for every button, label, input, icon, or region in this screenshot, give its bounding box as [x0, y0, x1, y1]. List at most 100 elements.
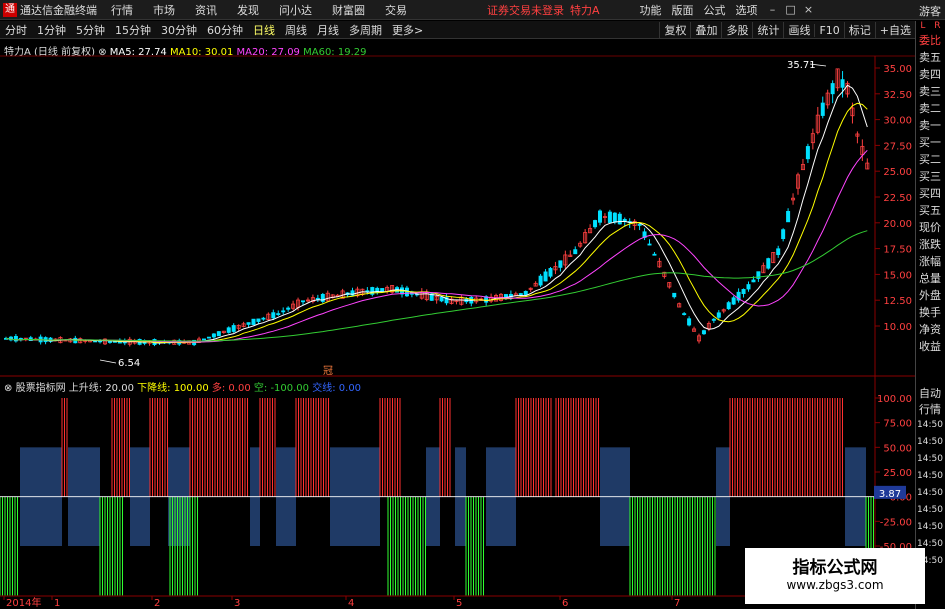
side-time: 14:50	[917, 522, 943, 532]
price-axis-label: 27.50	[883, 141, 912, 152]
price-axis-label: 17.50	[883, 245, 912, 256]
high-price-annotation: 35.71	[787, 60, 816, 71]
side-time: 14:50	[917, 437, 943, 447]
side-label: 卖四	[919, 68, 941, 81]
time-axis-label: 3	[234, 598, 240, 609]
candle-body	[612, 212, 617, 223]
candle-body	[726, 302, 731, 310]
candle-body	[206, 336, 211, 339]
candle-body	[216, 331, 221, 337]
kline-chart[interactable]: 35.00 32.50 30.00 27.50 25.00 22.50 20.00 17.50…	[0, 0, 945, 609]
candle-body	[523, 291, 528, 295]
side-label: 涨跌	[919, 238, 941, 251]
ma60-line	[5, 230, 868, 342]
side-left-toggle[interactable]: L	[920, 21, 925, 32]
candle-body	[439, 297, 444, 302]
candle-body	[281, 310, 286, 313]
candle-body	[682, 313, 687, 315]
side-time: 14:50	[917, 454, 943, 464]
candle-body	[261, 317, 266, 320]
watermark-title: 指标公式网	[792, 558, 878, 578]
side-lower-label[interactable]: 自动	[916, 386, 944, 402]
price-axis-label: 30.00	[883, 116, 912, 127]
low-price-arrow	[99, 359, 117, 364]
candle-body	[315, 297, 320, 300]
candle-body	[518, 293, 523, 295]
candle-body	[276, 313, 281, 316]
candle-body	[231, 325, 236, 332]
candle-body	[617, 213, 622, 225]
side-label: 买三	[919, 170, 941, 183]
candle-body	[226, 327, 231, 333]
candle-body	[741, 289, 746, 294]
candle-body	[598, 210, 603, 223]
side-label: 卖五	[919, 51, 941, 64]
indicator-current-value: 3.87	[879, 489, 901, 500]
side-label: 买四	[919, 187, 941, 200]
price-axis-label: 12.50	[883, 296, 912, 307]
ma5-line	[5, 84, 868, 344]
side-label: 买二	[919, 153, 941, 166]
side-label: 外盘	[919, 289, 941, 302]
side-label: 卖一	[919, 119, 941, 132]
side-label: 卖二	[919, 102, 941, 115]
candle-body	[746, 284, 751, 290]
candle-body	[711, 318, 716, 321]
time-marker: 冠	[323, 365, 333, 377]
candle-body	[652, 253, 657, 256]
side-label: 卖三	[919, 85, 941, 98]
candle-body	[211, 333, 216, 338]
ma10-line	[5, 102, 868, 344]
candle-body	[716, 312, 721, 318]
candle-body	[830, 83, 835, 95]
side-label: 买五	[919, 204, 941, 217]
indicator-axis-label: -25.00	[880, 517, 912, 528]
watermark-url: www.zbgs3.com	[786, 578, 884, 592]
candle-body	[805, 146, 810, 160]
candle-body	[820, 102, 825, 116]
quote-side-panel: L R 委比 卖五 卖四 卖三 卖二 卖一 买一 买二 买三 买四 买五 现价 涨跌 涨幅 总量 外盘 换手 净资…	[915, 21, 945, 609]
indicator-axis-label: 25.00	[883, 468, 912, 479]
time-axis-label: 5	[456, 598, 462, 609]
indicator-axis-label: 100.00	[877, 394, 912, 405]
time-axis-label: 4	[348, 598, 354, 609]
watermark-banner: 指标公式网 www.zbgs3.com	[745, 548, 925, 604]
price-axis-label: 22.50	[883, 193, 912, 204]
candle-body	[246, 322, 251, 325]
time-axis-label: 1	[54, 598, 60, 609]
candle-body	[731, 297, 736, 305]
candle-body	[607, 211, 612, 223]
candle-body	[256, 318, 261, 322]
candle-body	[776, 248, 781, 256]
candle-body	[573, 249, 578, 255]
candle-body	[271, 312, 276, 319]
side-time: 14:50	[917, 488, 943, 498]
candle-body	[107, 341, 112, 343]
candle-body	[538, 275, 543, 286]
side-label: 收益	[919, 340, 941, 353]
price-axis-label: 20.00	[883, 219, 912, 230]
candle-body	[380, 288, 385, 292]
candle-body	[840, 79, 845, 88]
candle-body	[687, 318, 692, 326]
candle-body	[201, 338, 206, 341]
side-time: 14:50	[917, 471, 943, 481]
side-label: 委比	[919, 34, 941, 47]
candle-body	[543, 271, 548, 282]
price-axis-label: 15.00	[883, 270, 912, 281]
side-right-toggle[interactable]: R	[934, 21, 940, 32]
low-price-annotation: 6.54	[118, 358, 140, 369]
candle-body	[766, 258, 771, 269]
candle-body	[593, 220, 598, 228]
candle-body	[286, 307, 291, 310]
candle-body	[647, 243, 652, 246]
price-axis-label: 32.50	[883, 90, 912, 101]
candle-body	[672, 292, 677, 298]
candle-body	[786, 211, 791, 223]
side-lower-label[interactable]: 行情	[916, 402, 944, 418]
side-label: 净资	[919, 323, 941, 336]
candle-body	[548, 268, 553, 277]
side-labels: 委比 卖五 卖四 卖三 卖二 卖一 买一 买二 买三 买四 买五 现价 涨跌 涨幅 总量 外盘 换手 净资 收益	[916, 32, 945, 355]
candle-body	[701, 330, 706, 335]
price-axis-label: 35.00	[883, 64, 912, 75]
